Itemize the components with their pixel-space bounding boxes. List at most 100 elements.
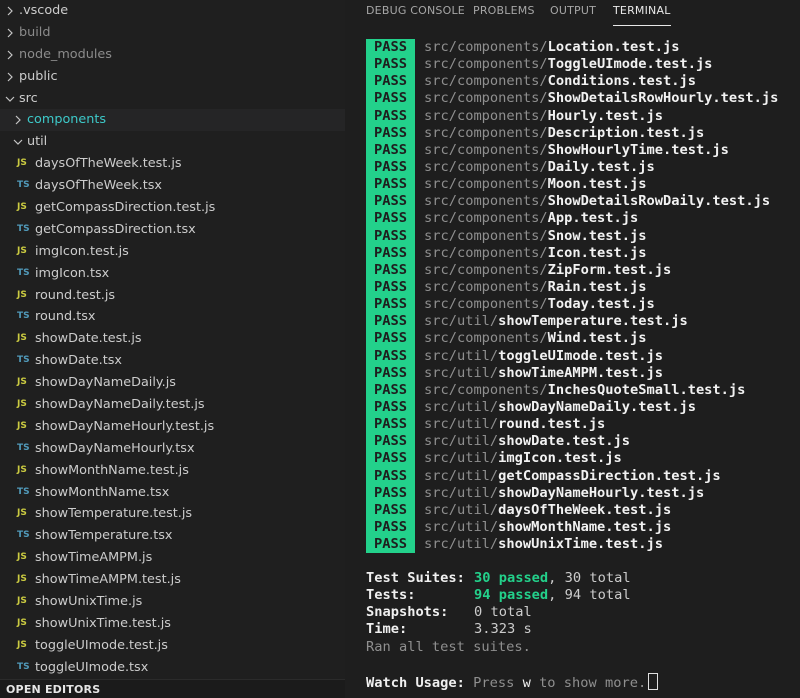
chevron-right-icon[interactable] — [4, 22, 16, 38]
file-item[interactable]: JS showMonthName.test.js — [0, 460, 345, 482]
folder-item[interactable]: node_modules — [0, 44, 345, 66]
file-label: showUnixTime.test.js — [35, 615, 171, 631]
test-result-line: PASS src/components/ToggleUImode.test.js — [366, 56, 796, 74]
test-file-path: src/components/Icon.test.js — [424, 245, 647, 262]
js-file-icon: JS — [17, 552, 27, 563]
test-file-path: src/components/ShowDetailsRowDaily.test.… — [424, 193, 770, 210]
file-item[interactable]: JS toggleUImode.test.js — [0, 635, 345, 657]
file-label: round.tsx — [35, 309, 96, 325]
chevron-down-icon[interactable] — [4, 88, 16, 104]
pass-badge: PASS — [366, 193, 415, 211]
folder-item[interactable]: public — [0, 66, 345, 88]
file-item[interactable]: JS showDayNameDaily.test.js — [0, 394, 345, 416]
test-file-name: showDayNameDaily.test.js — [498, 398, 696, 415]
file-item[interactable]: JS showTimeAMPM.js — [0, 547, 345, 569]
test-dir: src/components/ — [424, 39, 548, 55]
test-result-line: PASS src/components/Wind.test.js — [366, 330, 796, 348]
test-file-path: src/components/Conditions.test.js — [424, 73, 696, 90]
file-item[interactable]: TS toggleUImode.tsx — [0, 657, 345, 679]
file-item[interactable]: JS showUnixTime.test.js — [0, 613, 345, 635]
test-file-name: showUnixTime.test.js — [498, 536, 663, 553]
terminal-output: PASS src/components/Location.test.js PASS s… — [366, 39, 796, 554]
file-item[interactable]: TS daysOfTheWeek.tsx — [0, 175, 345, 197]
ts-file-icon: TS — [17, 442, 30, 453]
tests-label: Tests: — [366, 587, 416, 604]
chevron-right-icon[interactable] — [4, 44, 16, 60]
test-file-path: src/components/Location.test.js — [424, 39, 679, 56]
chevron-down-icon[interactable] — [12, 131, 24, 147]
test-file-path: src/components/Rain.test.js — [424, 279, 647, 296]
file-item[interactable]: JS daysOfTheWeek.test.js — [0, 153, 345, 175]
test-file-name: Daily.test.js — [547, 158, 655, 175]
file-item[interactable]: TS getCompassDirection.tsx — [0, 219, 345, 241]
file-item[interactable]: TS round.tsx — [0, 306, 345, 328]
test-file-name: Icon.test.js — [547, 244, 647, 261]
test-file-name: showTimeAMPM.test.js — [498, 364, 663, 381]
tab-debug-console[interactable]: DEBUG CONSOLE — [366, 4, 465, 24]
file-label: showDayNameHourly.test.js — [35, 418, 215, 434]
folder-item[interactable]: src — [0, 88, 345, 110]
file-item[interactable]: JS showTemperature.test.js — [0, 503, 345, 525]
snapshots-line: Snapshots: 0 total — [366, 604, 796, 621]
pass-badge: PASS — [366, 347, 415, 365]
snapshots-label: Snapshots: — [366, 604, 449, 621]
file-item[interactable]: TS imgIcon.tsx — [0, 263, 345, 285]
terminal-cursor — [648, 673, 659, 690]
tab-terminal[interactable]: TERMINAL — [613, 4, 671, 26]
test-file-name: ZipForm.test.js — [547, 261, 672, 278]
tab-output[interactable]: OUTPUT — [550, 4, 596, 24]
file-item[interactable]: TS showDate.tsx — [0, 350, 345, 372]
folder-item[interactable]: build — [0, 22, 345, 44]
tab-problems[interactable]: PROBLEMS — [473, 4, 535, 24]
chevron-right-icon[interactable] — [4, 0, 16, 16]
file-item[interactable]: JS round.test.js — [0, 285, 345, 307]
test-file-path: src/util/showTemperature.test.js — [424, 313, 688, 330]
file-label: showTimeAMPM.js — [35, 550, 153, 566]
file-label: showDayNameDaily.test.js — [35, 397, 205, 413]
file-item[interactable]: JS showTimeAMPM.test.js — [0, 569, 345, 591]
test-result-line: PASS src/util/showTemperature.test.js — [366, 313, 796, 331]
js-file-icon: JS — [17, 333, 27, 344]
file-item[interactable]: TS showTemperature.tsx — [0, 525, 345, 547]
test-file-name: Conditions.test.js — [547, 73, 696, 90]
pass-badge: PASS — [366, 330, 415, 348]
test-file-name: Wind.test.js — [547, 330, 647, 347]
file-item[interactable]: JS getCompassDirection.test.js — [0, 197, 345, 219]
bottom-panel: DEBUG CONSOLE PROBLEMS OUTPUT TERMINAL PASS… — [345, 0, 800, 698]
chevron-right-icon[interactable] — [12, 109, 24, 125]
chevron-right-icon[interactable] — [4, 66, 16, 82]
tests-passed: 94 passed — [474, 587, 549, 604]
file-label: toggleUImode.tsx — [35, 659, 149, 675]
file-label: showUnixTime.js — [35, 594, 143, 610]
test-dir: src/components/ — [424, 210, 548, 227]
js-file-icon: JS — [17, 377, 27, 388]
watch-press-text: Press — [464, 675, 523, 691]
file-label: showMonthName.test.js — [35, 462, 189, 478]
file-item[interactable]: TS showMonthName.tsx — [0, 482, 345, 504]
pass-badge: PASS — [366, 244, 415, 262]
file-label: showTemperature.test.js — [35, 506, 193, 522]
tests-line: Tests: 94 passed, 94 total — [366, 587, 796, 604]
watch-usage-line[interactable]: Watch Usage: Press w to show more. — [366, 673, 659, 691]
file-tree: .vscode build node_modules public src compone… — [0, 0, 345, 679]
folder-item[interactable]: util — [0, 131, 345, 153]
js-file-icon: JS — [17, 420, 27, 431]
file-item[interactable]: JS showDayNameDaily.js — [0, 372, 345, 394]
test-file-path: src/util/imgIcon.test.js — [424, 450, 622, 467]
file-item[interactable]: JS showUnixTime.js — [0, 591, 345, 613]
file-item[interactable]: TS showDayNameHourly.tsx — [0, 438, 345, 460]
open-editors-header[interactable]: OPEN EDITORS — [0, 679, 345, 698]
test-result-line: PASS src/util/toggleUImode.test.js — [366, 347, 796, 365]
file-item[interactable]: JS showDayNameHourly.test.js — [0, 416, 345, 438]
file-item[interactable]: JS imgIcon.test.js — [0, 241, 345, 263]
test-dir: src/util/ — [424, 364, 499, 381]
folder-item[interactable]: .vscode — [0, 0, 345, 22]
folder-item[interactable]: components — [0, 109, 345, 132]
test-file-name: Location.test.js — [547, 39, 680, 55]
js-file-icon: JS — [17, 158, 27, 169]
ts-file-icon: TS — [17, 661, 30, 672]
test-dir: src/util/ — [424, 416, 499, 433]
test-dir: src/util/ — [424, 347, 499, 364]
file-item[interactable]: JS showDate.test.js — [0, 328, 345, 350]
test-file-path: src/components/ZipForm.test.js — [424, 262, 671, 279]
